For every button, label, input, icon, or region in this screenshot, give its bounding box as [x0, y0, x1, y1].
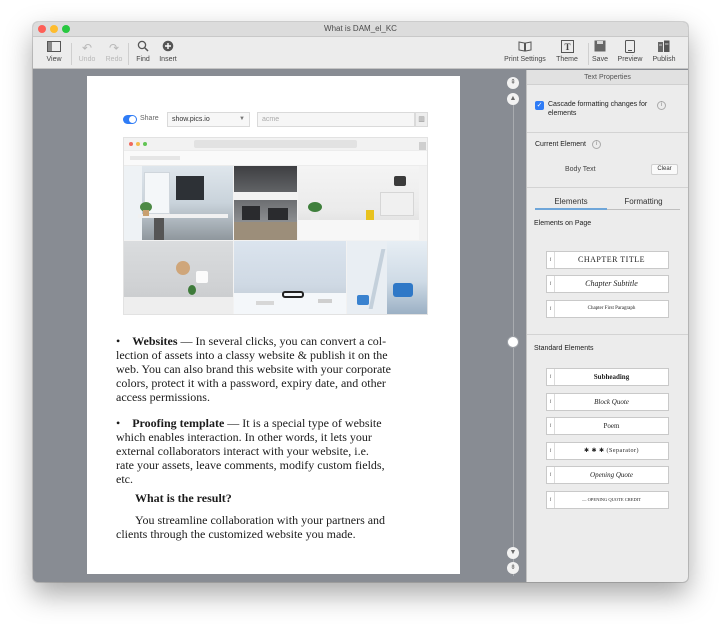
cascade-formatting-label-2: elements	[548, 110, 577, 117]
domain-select[interactable]: show.pics.io ▼	[167, 112, 250, 127]
current-element-value: Body Text	[565, 166, 596, 173]
bullet-websites-title: Websites	[132, 334, 178, 348]
open-office-photo	[234, 166, 297, 240]
italic-handle-icon: i	[547, 394, 555, 410]
browser-scrollbar	[419, 142, 426, 150]
book-icon	[503, 40, 547, 56]
element-chapter-subtitle[interactable]: i Chapter Subtitle	[546, 275, 669, 293]
page-scroll-track	[513, 96, 514, 576]
chevron-down-icon: ▼	[239, 116, 245, 122]
element-poem[interactable]: i Poem	[546, 417, 669, 435]
svg-text:T: T	[564, 42, 570, 52]
sidebar-divider	[527, 132, 688, 133]
office-desk-photo	[124, 166, 233, 240]
element-block-quote[interactable]: i Block Quote	[546, 393, 669, 411]
website-preview-image	[123, 137, 428, 315]
toolbar: View ↶ Undo ↷ Redo Find Insert Print Set…	[33, 37, 688, 69]
browser-minimize-dot	[136, 142, 140, 146]
sidebar-header: Text Properties	[527, 70, 688, 85]
scroll-down-icon[interactable]: ▼	[507, 547, 519, 559]
element-subheading[interactable]: i Subheading	[546, 368, 669, 386]
sidebar-divider	[527, 187, 688, 188]
preview-site-header	[124, 150, 427, 166]
laptop-plant-photo	[298, 166, 419, 240]
glasses-desk-photo	[234, 241, 346, 314]
browser-close-dot	[129, 142, 133, 146]
plus-circle-icon	[148, 40, 188, 56]
blue-chair-photo	[347, 241, 427, 314]
browser-url-bar	[194, 140, 357, 148]
publish-button[interactable]: Publish	[644, 40, 684, 68]
share-toggle[interactable]	[123, 115, 137, 124]
info-icon[interactable]: i	[657, 101, 666, 110]
italic-handle-icon: i	[547, 276, 555, 292]
result-heading[interactable]: What is the result?	[135, 491, 232, 505]
tab-elements[interactable]: Elements	[535, 196, 607, 210]
trash-icon[interactable]: ▥	[415, 112, 428, 127]
share-settings-row: Share show.pics.io ▼ acme ▥	[123, 112, 428, 128]
cascade-formatting-checkbox[interactable]: ✓	[535, 101, 544, 110]
italic-handle-icon: i	[547, 443, 555, 459]
share-label: Share	[140, 115, 159, 122]
italic-handle-icon: i	[547, 492, 555, 508]
paragraph-websites[interactable]: • Websites — In several clicks, you can …	[116, 334, 391, 404]
domain-select-value: show.pics.io	[172, 116, 210, 123]
italic-handle-icon: i	[547, 369, 555, 385]
clock-wall-photo	[124, 241, 233, 314]
paragraph-result[interactable]: You streamline collaboration with your p…	[116, 513, 385, 541]
scroll-to-bottom-icon[interactable]: ⇟	[507, 562, 519, 574]
scroll-to-top-icon[interactable]: ⇞	[507, 77, 519, 89]
window-title: What is DAM_el_KC	[324, 24, 397, 33]
paragraph-proofing-template[interactable]: • Proofing template — It is a special ty…	[116, 416, 385, 486]
books-icon	[644, 40, 684, 56]
info-icon[interactable]: i	[592, 140, 601, 149]
tab-formatting[interactable]: Formatting	[607, 196, 680, 210]
standard-elements-label: Standard Elements	[534, 345, 594, 352]
cascade-formatting-label: Cascade formatting changes for	[548, 101, 648, 108]
elements-on-page-label: Elements on Page	[534, 220, 592, 227]
italic-handle-icon: i	[547, 418, 555, 434]
italic-handle-icon: i	[547, 301, 555, 317]
website-slug-field[interactable]: acme	[257, 112, 415, 127]
insert-button[interactable]: Insert	[148, 40, 188, 68]
element-separator[interactable]: i ✱ ✱ ✱ (Separator)	[546, 442, 669, 460]
page-scroll-handle[interactable]	[508, 337, 518, 347]
title-bar: What is DAM_el_KC	[33, 22, 688, 37]
element-chapter-title[interactable]: i CHAPTER TITLE	[546, 251, 669, 269]
print-settings-button[interactable]: Print Settings	[503, 40, 547, 68]
scroll-up-icon[interactable]: ▲	[507, 93, 519, 105]
current-element-label: Current Element	[535, 141, 586, 148]
element-opening-quote-credit[interactable]: i — OPENING QUOTE CREDIT	[546, 491, 669, 509]
browser-zoom-dot	[143, 142, 147, 146]
italic-handle-icon: i	[547, 252, 555, 268]
text-properties-sidebar: Text Properties ✓ Cascade formatting cha…	[526, 70, 688, 582]
document-page[interactable]: Share show.pics.io ▼ acme ▥ • Websites —…	[87, 76, 460, 574]
element-chapter-first-paragraph[interactable]: i Chapter First Paragraph	[546, 300, 669, 318]
italic-handle-icon: i	[547, 467, 555, 483]
clear-button[interactable]: Clear	[651, 164, 678, 175]
bullet-proofing-title: Proofing template	[132, 416, 225, 430]
sidebar-divider	[527, 334, 688, 335]
document-canvas[interactable]: Share show.pics.io ▼ acme ▥ • Websites —…	[33, 70, 526, 582]
app-window: What is DAM_el_KC View ↶ Undo ↷ Redo Fin…	[33, 22, 688, 582]
element-opening-quote[interactable]: i Opening Quote	[546, 466, 669, 484]
